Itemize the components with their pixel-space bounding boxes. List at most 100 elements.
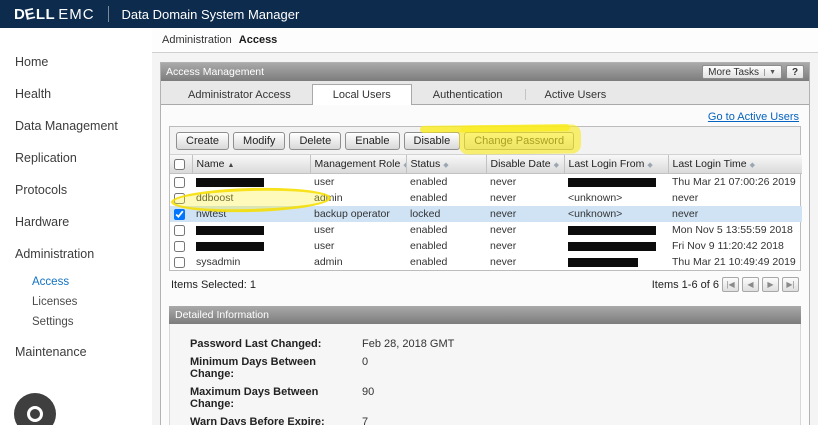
panel-title: Access Management [166, 66, 264, 78]
cell-disable-date: never [486, 254, 564, 270]
cell-role: user [310, 222, 406, 238]
sort-ascending-icon: ▲ [228, 162, 235, 169]
sidebar-item-access[interactable]: Access [0, 272, 152, 292]
detail-value: 7 [362, 416, 368, 425]
sidebar-item-protocols[interactable]: Protocols [0, 174, 152, 206]
help-button[interactable]: ? [786, 65, 804, 79]
cell-name: nwtest [192, 206, 310, 222]
delete-button[interactable]: Delete [289, 132, 341, 150]
sort-icon: ◆ [647, 162, 652, 169]
modify-button[interactable]: Modify [233, 132, 285, 150]
logo-emc: EMC [58, 6, 94, 23]
tab-bar: Administrator Access Local Users Authent… [161, 81, 809, 105]
detail-value: 0 [362, 356, 368, 380]
table-row[interactable]: user enabled never Fri Nov 9 11:20:42 20… [170, 238, 802, 254]
sidebar-item-data-management[interactable]: Data Management [0, 110, 152, 142]
redacted-login-from [568, 178, 656, 187]
sidebar-item-maintenance[interactable]: Maintenance [0, 336, 152, 368]
detailed-information-panel: Password Last Changed: Feb 28, 2018 GMT … [169, 324, 801, 425]
detail-label: Warn Days Before Expire: [190, 416, 362, 425]
detail-value: 90 [362, 386, 374, 410]
support-chat-icon[interactable] [14, 393, 56, 425]
first-page-button[interactable]: |◀ [722, 277, 739, 292]
sort-icon: ◆ [750, 162, 755, 169]
column-header-name[interactable]: Name▲ [192, 155, 310, 174]
cell-last-login-from: <unknown> [564, 190, 668, 206]
cell-status: enabled [406, 238, 486, 254]
cell-status: enabled [406, 254, 486, 270]
items-range-label: Items 1-6 of 6 [652, 279, 719, 291]
table-row[interactable]: user enabled never Thu Mar 21 07:00:26 2… [170, 174, 802, 191]
disable-button[interactable]: Disable [404, 132, 461, 150]
cell-status: enabled [406, 190, 486, 206]
tab-authentication[interactable]: Authentication [412, 84, 524, 104]
row-checkbox[interactable] [174, 225, 185, 236]
cell-disable-date: never [486, 238, 564, 254]
detail-label: Minimum Days Between Change: [190, 356, 362, 380]
cell-role: user [310, 238, 406, 254]
cell-disable-date: never [486, 174, 564, 191]
local-users-table-box: Create Modify Delete Enable Disable Chan… [169, 126, 801, 271]
row-checkbox[interactable] [174, 193, 185, 204]
panel-header: Access Management More Tasks ▼ ? [161, 63, 809, 81]
cell-role: admin [310, 254, 406, 270]
sidebar-item-home[interactable]: Home [0, 46, 152, 78]
cell-role: admin [310, 190, 406, 206]
cell-name: ddboost [192, 190, 310, 206]
row-checkbox[interactable] [174, 209, 185, 220]
breadcrumb-current-page: Access [239, 34, 278, 46]
cell-name: sysadmin [192, 254, 310, 270]
column-header-disable-date[interactable]: Disable Date◆ [486, 155, 564, 174]
detailed-information-header: Detailed Information [169, 306, 801, 324]
cell-status: locked [406, 206, 486, 222]
redacted-username [196, 178, 264, 187]
breadcrumb: Administration Access [152, 28, 818, 53]
redacted-login-from [568, 226, 656, 235]
row-checkbox[interactable] [174, 257, 185, 268]
last-page-button[interactable]: ▶| [782, 277, 799, 292]
cell-last-login-time: never [668, 206, 802, 222]
sidebar-item-health[interactable]: Health [0, 78, 152, 110]
items-selected-label: Items Selected: 1 [171, 279, 256, 291]
sidebar-item-replication[interactable]: Replication [0, 142, 152, 174]
tab-local-users[interactable]: Local Users [312, 84, 412, 105]
row-checkbox[interactable] [174, 177, 185, 188]
top-bar: DELLEMC Data Domain System Manager [0, 0, 818, 28]
column-header-last-login-from[interactable]: Last Login From◆ [564, 155, 668, 174]
tab-active-users[interactable]: Active Users [524, 84, 628, 104]
column-header-status[interactable]: Status◆ [406, 155, 486, 174]
enable-button[interactable]: Enable [345, 132, 399, 150]
select-all-checkbox[interactable] [174, 159, 185, 170]
sidebar-item-hardware[interactable]: Hardware [0, 206, 152, 238]
sidebar-item-settings[interactable]: Settings [0, 312, 152, 332]
row-checkbox[interactable] [174, 241, 185, 252]
sidebar-item-licenses[interactable]: Licenses [0, 292, 152, 312]
cell-last-login-time: never [668, 190, 802, 206]
next-page-button[interactable]: ▶ [762, 277, 779, 292]
sidebar-item-administration[interactable]: Administration [0, 238, 152, 270]
go-to-active-users-link[interactable]: Go to Active Users [708, 111, 799, 123]
change-password-button[interactable]: Change Password [464, 132, 574, 150]
more-tasks-button[interactable]: More Tasks ▼ [702, 65, 782, 79]
chevron-down-icon: ▼ [764, 69, 776, 76]
detail-label: Password Last Changed: [190, 338, 362, 350]
table-row-sysadmin[interactable]: sysadmin admin enabled never Thu Mar 21 … [170, 254, 802, 270]
detail-value: Feb 28, 2018 GMT [362, 338, 454, 350]
create-button[interactable]: Create [176, 132, 229, 150]
previous-page-button[interactable]: ◀ [742, 277, 759, 292]
logo-text: LL [36, 6, 55, 23]
access-management-panel: Access Management More Tasks ▼ ? Adminis… [160, 62, 810, 425]
cell-disable-date: never [486, 222, 564, 238]
tab-administrator-access[interactable]: Administrator Access [167, 84, 312, 104]
dellemc-logo: DELLEMC [14, 6, 95, 23]
detail-label: Maximum Days Between Change: [190, 386, 362, 410]
support-ring-icon [27, 406, 43, 422]
column-header-last-login-time[interactable]: Last Login Time◆ [668, 155, 802, 174]
table-row-nwtest-selected[interactable]: nwtest backup operator locked never <unk… [170, 206, 802, 222]
table-row[interactable]: user enabled never Mon Nov 5 13:55:59 20… [170, 222, 802, 238]
redacted-username [196, 242, 264, 251]
cell-last-login-time: Fri Nov 9 11:20:42 2018 [668, 238, 802, 254]
breadcrumb-section[interactable]: Administration [162, 34, 232, 46]
table-row-ddboost[interactable]: ddboost admin enabled never <unknown> ne… [170, 190, 802, 206]
column-header-management-role[interactable]: Management Role◆ [310, 155, 406, 174]
